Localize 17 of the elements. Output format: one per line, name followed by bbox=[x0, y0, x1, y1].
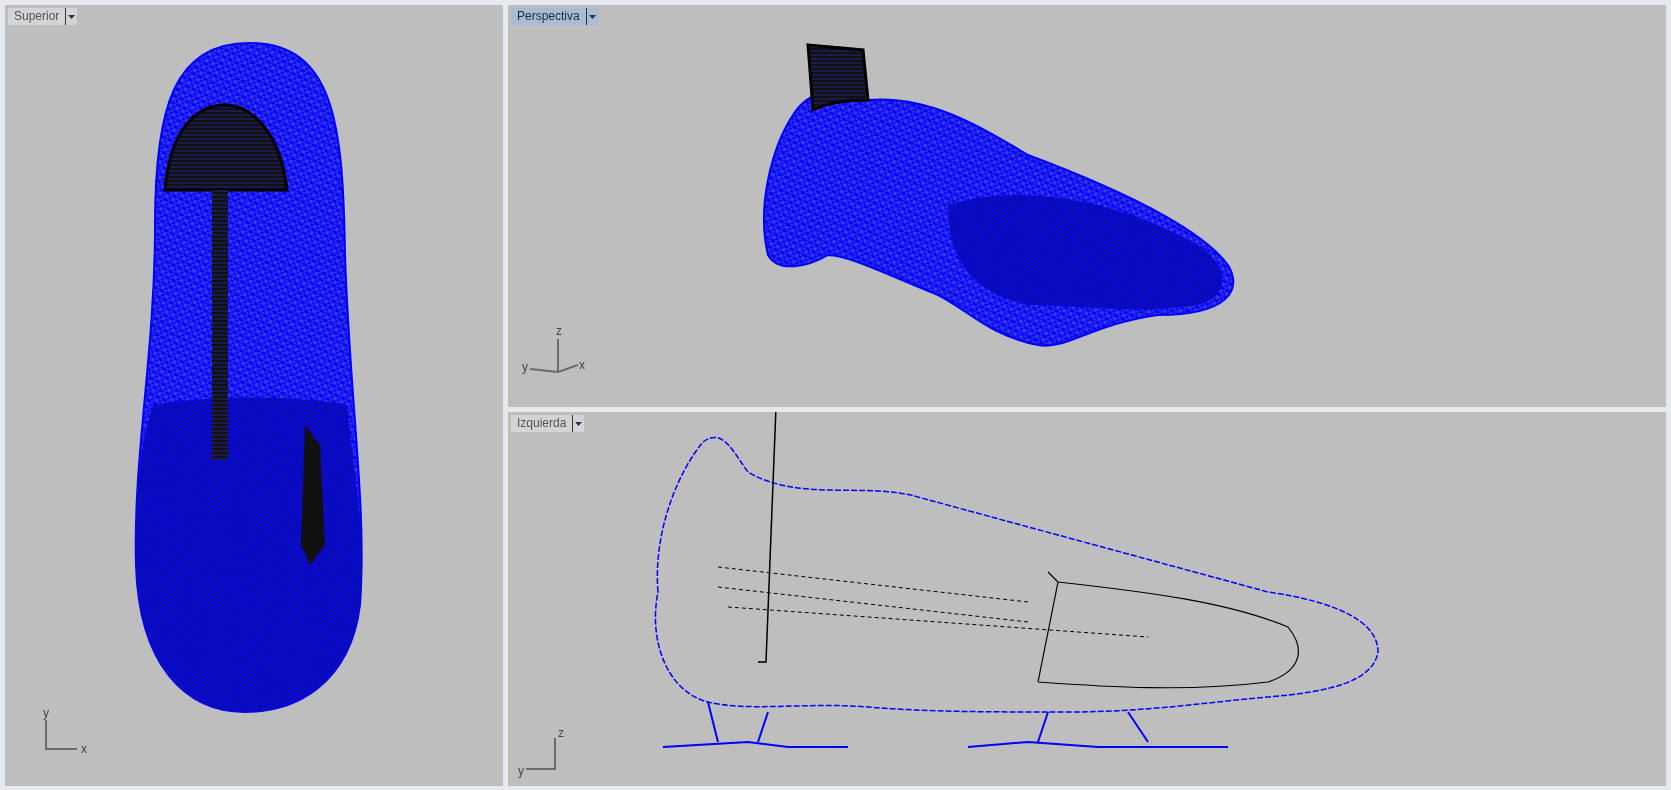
axis-label: y bbox=[522, 359, 528, 376]
axis-label: x bbox=[579, 357, 585, 374]
axis-label: x bbox=[81, 741, 87, 758]
viewport-menu-button[interactable] bbox=[65, 8, 78, 25]
viewport-tab[interactable]: Superior bbox=[8, 8, 66, 25]
viewport-tab[interactable]: Perspectiva bbox=[511, 8, 586, 25]
caret-icon bbox=[575, 421, 583, 426]
axis-indicator-icon bbox=[45, 720, 77, 750]
axis-indicator-icon bbox=[526, 738, 556, 770]
viewport-tab[interactable]: Izquierda bbox=[511, 415, 573, 432]
axis-label: y bbox=[518, 763, 524, 780]
axis-label: z bbox=[556, 323, 562, 340]
viewport-menu-button[interactable] bbox=[572, 415, 585, 432]
axis-label: z bbox=[558, 725, 564, 742]
axis-label: y bbox=[43, 705, 49, 722]
caret-icon bbox=[588, 14, 596, 19]
caret-icon bbox=[68, 14, 76, 19]
